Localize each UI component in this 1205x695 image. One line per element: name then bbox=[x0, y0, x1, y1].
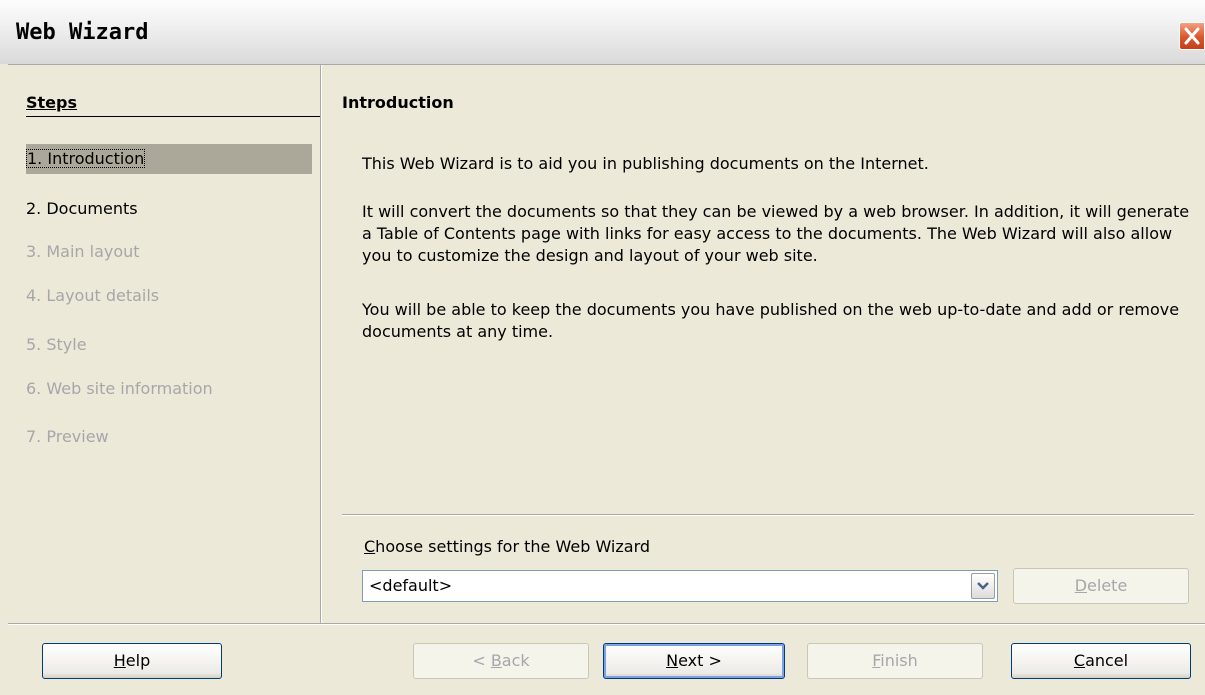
delete-label: elete bbox=[1087, 576, 1128, 595]
step-web-site-information: 6. Web site information bbox=[26, 374, 312, 404]
cancel-button[interactable]: Cancel bbox=[1011, 643, 1191, 679]
step-label: 2. Documents bbox=[26, 199, 138, 218]
back-label: ack bbox=[501, 651, 530, 670]
step-preview: 7. Preview bbox=[26, 422, 312, 452]
next-label: ext > bbox=[678, 651, 722, 670]
window-title: Web Wizard bbox=[16, 20, 149, 45]
steps-heading: Steps bbox=[26, 93, 77, 112]
step-label: 4. Layout details bbox=[26, 286, 160, 305]
step-introduction[interactable]: 1. Introduction bbox=[26, 144, 312, 174]
steps-panel: Steps 1. Introduction 2. Documents 3. Ma… bbox=[8, 65, 322, 623]
step-label: 3. Main layout bbox=[26, 242, 140, 261]
close-icon bbox=[1184, 27, 1200, 45]
step-layout-details: 4. Layout details bbox=[26, 281, 312, 311]
back-prefix: < bbox=[472, 651, 491, 670]
intro-paragraph-3: You will be able to keep the documents y… bbox=[362, 300, 1180, 341]
steps-divider bbox=[26, 116, 322, 117]
settings-selected-value: <default> bbox=[369, 576, 453, 595]
dialog-edge bbox=[0, 64, 8, 695]
settings-label: Choose settings for the Web Wizard bbox=[364, 537, 650, 556]
settings-label-text: hoose settings for the Web Wizard bbox=[375, 537, 651, 556]
footer-separator-highlight bbox=[8, 624, 1205, 625]
settings-dropdown[interactable]: <default> bbox=[362, 570, 998, 602]
step-main-layout: 3. Main layout bbox=[26, 237, 312, 267]
delete-button[interactable]: Delete bbox=[1013, 568, 1189, 604]
close-button[interactable] bbox=[1179, 22, 1205, 50]
finish-button[interactable]: Finish bbox=[807, 643, 983, 679]
intro-paragraph-1: This Web Wizard is to aid you in publish… bbox=[362, 154, 929, 173]
chevron-down-icon bbox=[977, 582, 989, 590]
delete-mnemonic: D bbox=[1074, 576, 1088, 595]
step-label: 7. Preview bbox=[26, 427, 109, 446]
web-wizard-dialog: Web Wizard Steps 1. Introduction 2. Docu… bbox=[0, 0, 1205, 695]
back-button[interactable]: < Back bbox=[413, 643, 589, 679]
cancel-label: ancel bbox=[1085, 651, 1129, 670]
content-panel: Introduction This Web Wizard is to aid y… bbox=[322, 65, 1205, 623]
help-label: elp bbox=[125, 651, 151, 670]
finish-label: inish bbox=[880, 651, 918, 670]
step-label: 6. Web site information bbox=[26, 379, 213, 398]
step-documents[interactable]: 2. Documents bbox=[26, 194, 312, 224]
step-label: 1. Introduction bbox=[26, 149, 146, 168]
help-button[interactable]: Help bbox=[42, 643, 222, 679]
cancel-mnemonic: C bbox=[1073, 651, 1086, 670]
step-label: 5. Style bbox=[26, 335, 87, 354]
settings-separator-highlight bbox=[342, 515, 1194, 516]
next-button[interactable]: Next > bbox=[603, 643, 785, 679]
title-bar[interactable]: Web Wizard bbox=[0, 0, 1205, 65]
page-title: Introduction bbox=[342, 93, 454, 112]
settings-label-mnemonic: C bbox=[364, 537, 376, 556]
dropdown-button[interactable] bbox=[971, 573, 995, 599]
back-mnemonic: B bbox=[490, 651, 502, 670]
next-mnemonic: N bbox=[666, 651, 679, 670]
step-style: 5. Style bbox=[26, 330, 312, 360]
help-mnemonic: H bbox=[113, 651, 126, 670]
intro-paragraph-2: It will convert the documents so that th… bbox=[362, 202, 1190, 265]
